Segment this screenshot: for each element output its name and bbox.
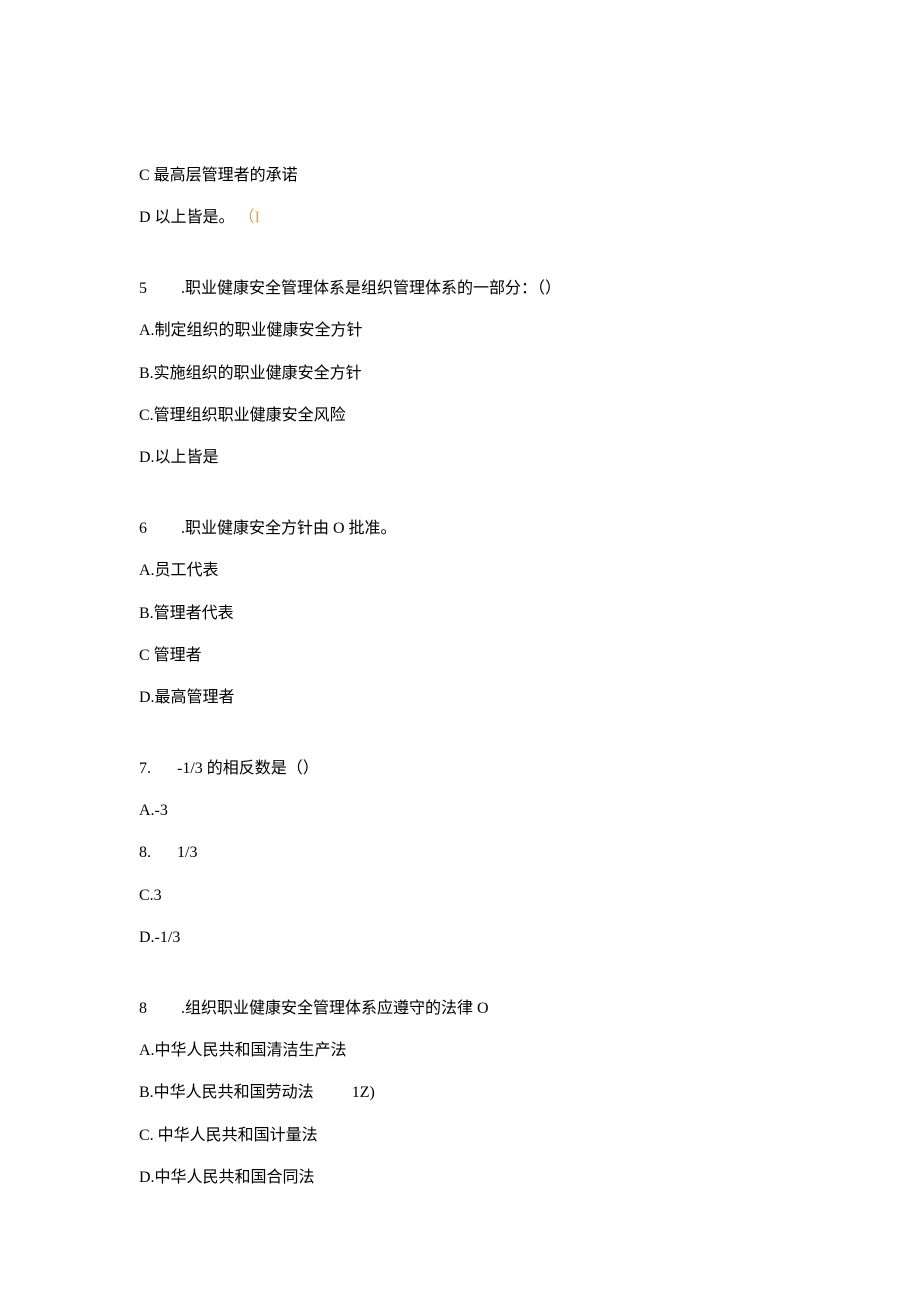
q4-option-c: C 最高层管理者的承诺 <box>139 165 781 187</box>
q5-option-d: D.以上皆是 <box>139 447 781 469</box>
q8-option-c: C. 中华人民共和国计量法 <box>139 1125 781 1147</box>
q7-title: -1/3 的相反数是（） <box>177 760 319 777</box>
q6-stem: 6 .职业健康安全方针由 O 批准。 <box>139 518 781 540</box>
q8-option-b-extra: 1Z) <box>352 1084 375 1101</box>
q8-option-a: A.中华人民共和国清洁生产法 <box>139 1040 781 1062</box>
q6-title: .职业健康安全方针由 O 批准。 <box>181 520 397 537</box>
q5-option-a: A.制定组织的职业健康安全方针 <box>139 320 781 342</box>
q4-option-d-annotation: （I <box>239 209 260 226</box>
q7-stem: 7. -1/3 的相反数是（） <box>139 758 781 780</box>
q7-number: 7. <box>139 760 151 777</box>
q6-option-b: B.管理者代表 <box>139 603 781 625</box>
q8-option-d: D.中华人民共和国合同法 <box>139 1167 781 1189</box>
q8-title: .组织职业健康安全管理体系应遵守的法律 O <box>181 1000 489 1017</box>
q4-option-d: D 以上皆是。 （I <box>139 207 781 229</box>
q5-title: .职业健康安全管理体系是组织管理体系的一部分：（） <box>181 280 561 297</box>
q6-option-d: D.最高管理者 <box>139 687 781 709</box>
q5-stem: 5 .职业健康安全管理体系是组织管理体系的一部分：（） <box>139 278 781 300</box>
q5-option-b: B.实施组织的职业健康安全方针 <box>139 363 781 385</box>
q8-option-b-main: B.中华人民共和国劳动法 <box>139 1084 314 1101</box>
q7-option-c: C.3 <box>139 885 781 907</box>
q5-option-c: C.管理组织职业健康安全风险 <box>139 405 781 427</box>
q4-option-d-text: D 以上皆是。 <box>139 209 235 226</box>
q6-number: 6 <box>139 518 153 540</box>
q6-option-c: C 管理者 <box>139 645 781 667</box>
q5-number: 5 <box>139 278 153 300</box>
q7-option-a: A.-3 <box>139 800 781 822</box>
document-page: C 最高层管理者的承诺 D 以上皆是。 （I 5 .职业健康安全管理体系是组织管… <box>0 0 920 1190</box>
q7-option-d: D.-1/3 <box>139 927 781 949</box>
q8-number: 8 <box>139 998 153 1020</box>
q7-option-b: 8. 1/3 <box>139 842 781 864</box>
q7-option-b-number: 8. <box>139 844 151 861</box>
q6-option-a: A.员工代表 <box>139 560 781 582</box>
q8-option-b: B.中华人民共和国劳动法 1Z) <box>139 1082 781 1104</box>
q8-stem: 8 .组织职业健康安全管理体系应遵守的法律 O <box>139 998 781 1020</box>
q7-option-b-text: 1/3 <box>177 844 197 861</box>
